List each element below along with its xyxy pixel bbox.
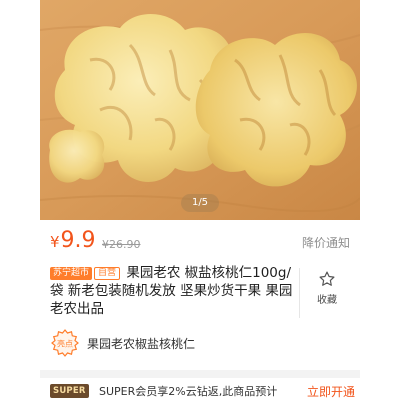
self-operated-badge: 自营 <box>94 267 121 280</box>
highlight-icon-label: 亮点 <box>57 339 73 349</box>
open-membership-link[interactable]: 立即开通 <box>307 383 355 400</box>
image-counter: 1/5 <box>181 194 219 212</box>
favorite-divider <box>299 268 300 318</box>
highlight-icon: 亮点 <box>50 328 80 358</box>
super-badge: SUPER <box>50 384 89 398</box>
currency-symbol: ¥ <box>50 233 60 251</box>
favorite-button[interactable]: 收藏 <box>302 270 352 310</box>
left-gutter <box>0 0 40 400</box>
super-member-banner[interactable]: SUPER SUPER会员享2%云钻返,此商品预计 立即开通 <box>50 382 355 400</box>
highlight-row: 亮点 果园老农椒盐核桃仁 <box>50 326 350 360</box>
product-title: 苏宁超市 自营 果园老农 椒盐核桃仁100g/袋 新老包装随机发放 坚果炒货干果 … <box>50 264 300 318</box>
product-title-block: 苏宁超市 自营 果园老农 椒盐核桃仁100g/袋 新老包装随机发放 坚果炒货干果 … <box>50 264 300 322</box>
product-image-carousel[interactable]: 1/5 <box>40 0 360 220</box>
current-price: ¥9.9 <box>50 228 96 255</box>
original-price: ¥26.90 <box>102 238 141 251</box>
price-value: 9.9 <box>60 228 96 253</box>
product-detail: 1/5 ¥9.9 ¥26.90 降价通知 苏宁超市 自营 果园老农 椒盐核桃仁10… <box>40 0 360 400</box>
right-gutter <box>360 0 400 400</box>
walnut-photo <box>40 0 360 220</box>
section-divider <box>40 370 360 378</box>
page: 1/5 ¥9.9 ¥26.90 降价通知 苏宁超市 自营 果园老农 椒盐核桃仁10… <box>0 0 400 400</box>
store-badge: 苏宁超市 <box>50 267 93 280</box>
favorite-label: 收藏 <box>317 295 337 306</box>
super-member-text: SUPER会员享2%云钻返,此商品预计 <box>99 385 278 398</box>
highlight-text: 果园老农椒盐核桃仁 <box>87 337 196 351</box>
price-alert-button[interactable]: 降价通知 <box>302 234 350 251</box>
price-row: ¥9.9 ¥26.90 降价通知 <box>40 222 360 260</box>
star-icon <box>319 271 335 286</box>
